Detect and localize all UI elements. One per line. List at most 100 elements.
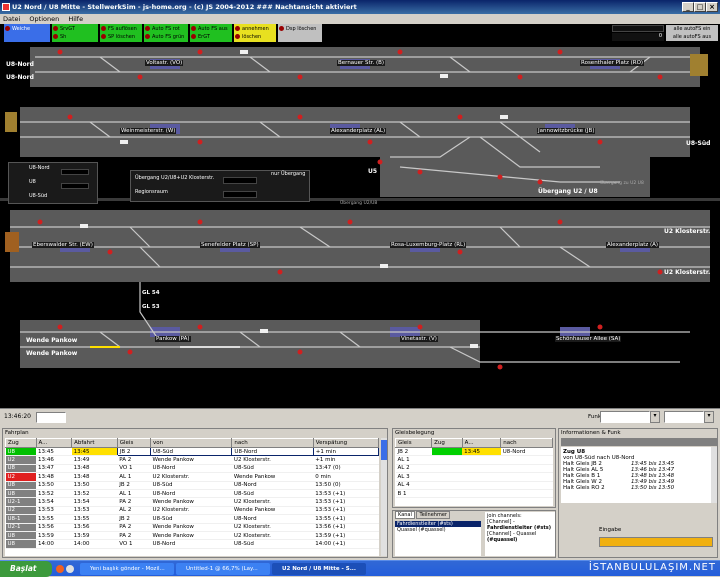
annehmen-button[interactable]: annehmen [235, 25, 275, 33]
auto-fs-rot-button[interactable]: Auto FS rot [145, 25, 187, 33]
maximize-button[interactable]: □ [694, 2, 706, 12]
funk-input[interactable] [664, 411, 704, 423]
table-row[interactable]: U8 13:59 13:59 PA 2 Wende Pankow U2 Klosterst… [5, 531, 379, 541]
table-cell: PA 2 [117, 523, 151, 532]
sp-loeschen-button[interactable]: SP löschen [101, 33, 141, 41]
table-row[interactable]: U2-1 13:56 13:56 PA 2 Wende Pankow U2 Kloster… [5, 523, 379, 532]
menu-optionen[interactable]: Optionen [29, 15, 59, 23]
station-bernauer: Bernauer Str. (B) [337, 60, 386, 66]
watermark: İSTANBULULAŞIM.NET [588, 562, 716, 573]
table-row[interactable]: AL 2 [395, 464, 553, 474]
table-row[interactable]: JB 2 13:45 U8-Nord [395, 447, 553, 457]
table-cell: B 1 [395, 489, 432, 499]
fahrplan-header[interactable]: Verspätung [312, 438, 379, 448]
table-cell: 13:48 [36, 472, 72, 482]
control-bar: Weiche SrvGT Sh FS auflösen SP löschen A… [0, 24, 720, 42]
table-row[interactable]: AL 1 [395, 455, 553, 465]
dsp-loeschen-button[interactable]: Dsp löschen [278, 24, 322, 42]
info-row-label: Halt Gleis RO 2 [563, 485, 605, 491]
table-cell: U8 [5, 539, 36, 549]
table-cell: 13:52 [36, 489, 72, 499]
menu-hilfe[interactable]: Hilfe [68, 15, 83, 23]
channel-item[interactable]: Quassel (#quassel) [395, 527, 481, 533]
station-vinetastr: Vinetastr. (V) [400, 336, 438, 342]
chevron-down-icon[interactable]: ▾ [650, 411, 660, 423]
fahrplan-header[interactable]: Abfahrt [71, 438, 118, 448]
fahrplan-header[interactable]: von [150, 438, 233, 448]
funk-select[interactable] [600, 411, 650, 423]
loeschen-button[interactable]: löschen [235, 33, 275, 41]
minimize-button[interactable]: _ [682, 2, 694, 12]
ergt-button[interactable]: ErGT [191, 33, 231, 41]
auto-fs-aus-button[interactable]: Auto FS aus [191, 25, 231, 33]
gleis-header[interactable]: Gleis [395, 438, 433, 448]
status-row: 13:46:20 Funk ▾ ▾ [0, 408, 720, 426]
uebergang-box: Übergang U2/U8+U2 Klosterstr. Regionsrau… [130, 170, 310, 202]
fs-aufloesen-button[interactable]: FS auflösen [101, 25, 141, 33]
table-row[interactable]: B 1 [395, 489, 553, 499]
quicklaunch-icon[interactable] [66, 565, 74, 573]
table-row[interactable]: AL 4 [395, 481, 553, 490]
table-row[interactable]: U2 13:53 13:53 AL 2 U2 Klosterstr. Wende Pank… [5, 506, 379, 516]
fahrplan-header[interactable]: Gleis [116, 438, 152, 448]
funk-dropdown-icon[interactable]: ▾ [704, 411, 714, 423]
taskbar-item-stellwerksim[interactable]: U2 Nord / U8 Mitte - S... [272, 563, 366, 575]
fahrplan-header[interactable]: A... [35, 438, 73, 448]
fahrplan-scrollbar[interactable] [381, 438, 387, 556]
table-row[interactable]: U2-1 13:54 13:54 PA 2 Wende Pankow U2 Kloster… [5, 497, 379, 507]
fahrplan-table: Zug A... Abfahrt Gleis von nach Verspätung U8 1… [5, 438, 379, 549]
gleis-header[interactable]: A... [461, 438, 502, 448]
table-row[interactable]: AL 3 [395, 472, 553, 482]
table-cell: JB 2 [117, 514, 151, 524]
fahrplan-header[interactable]: Zug [5, 438, 37, 448]
table-cell [431, 455, 463, 465]
tab-kanal[interactable]: Kanal [395, 511, 415, 519]
table-row[interactable]: U2 13:48 13:48 AL 1 U2 Klosterstr. Wende Pank… [5, 472, 379, 482]
table-cell: 13:52 [71, 489, 118, 499]
scrollbar-thumb[interactable] [381, 440, 387, 460]
table-cell: U8 [5, 481, 36, 490]
station-pankow: Pankow (PA) [155, 336, 191, 342]
station-rosa-luxemburg: Rosa-Luxemburg-Platz (RL) [390, 242, 467, 248]
table-cell: 13:55 [36, 514, 72, 524]
eingabe-input[interactable] [599, 537, 713, 547]
table-row[interactable]: U2 13:46 13:49 PA 2 Wende Pankow U2 Klosterst… [5, 455, 379, 465]
nur-uebergang-label: nur Übergang [271, 171, 306, 177]
label-wende-pankow-2: Wende Pankow [26, 350, 78, 357]
table-row[interactable]: U8 13:45 13:45 JB 2 U8-Süd U8-Nord +1 min [5, 446, 379, 457]
weiche-button[interactable]: Weiche [4, 24, 50, 42]
table-row[interactable]: U8 13:47 13:48 VO 1 U8-Nord U8-Süd 13:47 (0) [5, 464, 379, 474]
table-row[interactable]: U8-1 13:55 13:55 JB 2 U8-Süd U8-Nord 13:55 (+1… [5, 514, 379, 524]
gleis-header[interactable]: Zug [431, 438, 463, 448]
table-row[interactable]: U8 13:52 13:52 AL 1 U8-Nord U8-Süd 13:53 (+1) [5, 489, 379, 499]
menu-datei[interactable]: Datei [3, 15, 20, 23]
sh-button[interactable]: Sh [53, 33, 97, 41]
gleis-header[interactable]: nach [500, 438, 553, 448]
table-row[interactable]: U8 14:00 14:00 VO 1 U8-Nord U8-Süd 14:00 (+1) [5, 539, 379, 549]
autofs-group: Auto FS rot Auto FS grün [144, 24, 188, 42]
table-cell [500, 455, 553, 465]
clock: 13:46:20 [4, 413, 31, 420]
auto-fs-gruen-button[interactable]: Auto FS grün [145, 33, 187, 41]
table-cell: U8-Nord [231, 481, 314, 490]
table-cell: U8-Nord [500, 447, 553, 457]
station-rosenthaler: Rosenthaler Platz (RO) [580, 60, 645, 66]
close-button[interactable]: × [706, 2, 718, 12]
info-scrollbar[interactable] [711, 447, 717, 503]
table-cell [431, 447, 463, 457]
firefox-icon[interactable] [56, 565, 64, 573]
table-cell: U2 Klosterstr. [231, 455, 314, 465]
table-cell: Wende Pankow [150, 497, 232, 507]
tab-teilnehmer[interactable]: Teilnehmer [416, 511, 450, 519]
alle-autofs-ein-button[interactable]: alle autoFS ein [666, 25, 718, 33]
clock-input[interactable] [36, 412, 66, 423]
uebergang-display-2 [223, 191, 257, 198]
table-row[interactable]: U8 13:50 13:50 JB 2 U8-Süd U8-Nord 13:50 (0) [5, 481, 379, 490]
fahrplan-header[interactable]: nach [231, 438, 314, 448]
taskbar-item-mozilla[interactable]: Yeni başlık gönder - Mozil... [80, 563, 174, 575]
alle-autofs-aus-button[interactable]: alle autoFS aus [666, 33, 718, 41]
table-cell: U2 [5, 472, 36, 482]
taskbar-item-photoshop[interactable]: Untitled-1 @ 66,7% (Lay... [176, 563, 270, 575]
start-button[interactable]: Başlat [0, 561, 52, 577]
srvgt-button[interactable]: SrvGT [53, 25, 97, 33]
